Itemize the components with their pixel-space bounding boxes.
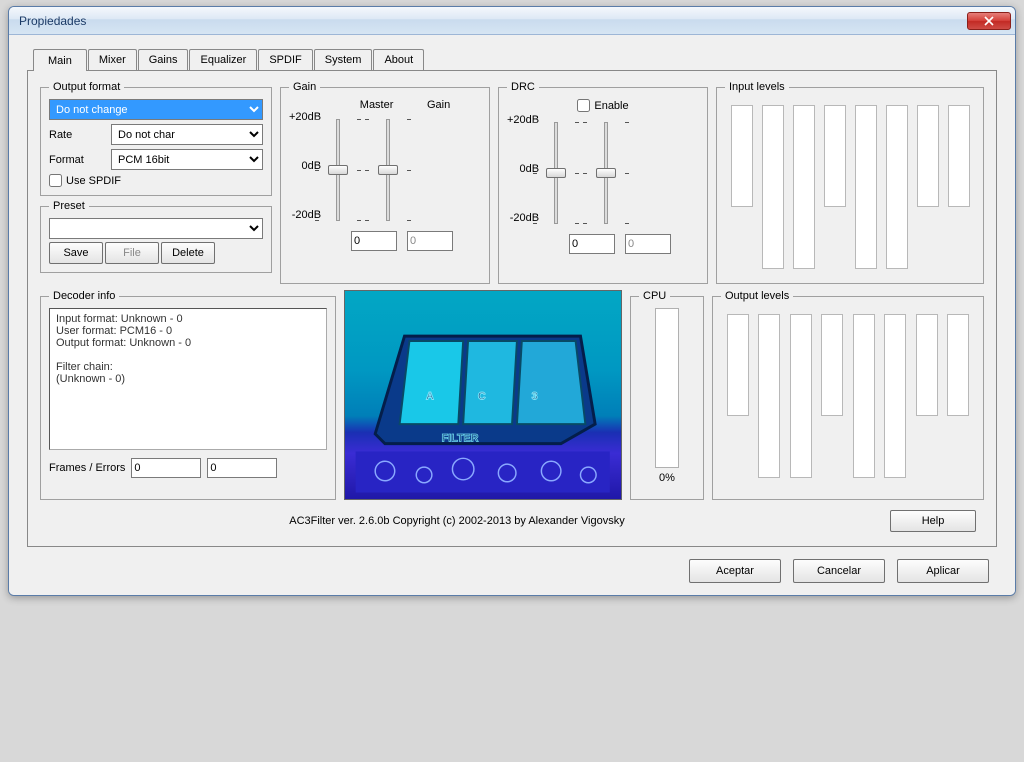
gain-legend: Gain — [289, 81, 320, 93]
output-levels-legend: Output levels — [721, 290, 793, 302]
input-level-bar — [886, 105, 908, 269]
tab-equalizer[interactable]: Equalizer — [189, 49, 257, 70]
output-level-bar — [821, 314, 843, 416]
ok-button[interactable]: Aceptar — [689, 559, 781, 583]
tab-system[interactable]: System — [314, 49, 373, 70]
output-format-legend: Output format — [49, 81, 124, 93]
tab-about[interactable]: About — [373, 49, 424, 70]
svg-text:FILTER: FILTER — [442, 433, 479, 445]
gain-master-slider[interactable] — [325, 115, 351, 225]
help-button[interactable]: Help — [890, 510, 976, 532]
tab-spdif[interactable]: SPDIF — [258, 49, 312, 70]
output-level-bar — [884, 314, 906, 478]
gain-master-label: Master — [360, 99, 394, 111]
preset-delete-button[interactable]: Delete — [161, 242, 215, 264]
drc-enable-label: Enable — [594, 100, 628, 112]
tab-mixer[interactable]: Mixer — [88, 49, 137, 70]
properties-window: Propiedades Main Mixer Gains Equalizer S… — [8, 6, 1016, 596]
gain-group: Gain Master Gain +20dB 0dB -20dB — [280, 81, 490, 284]
preset-select[interactable] — [49, 218, 263, 239]
dialog-buttons: Aceptar Cancelar Aplicar — [27, 547, 997, 587]
use-spdif-checkbox[interactable]: Use SPDIF — [49, 174, 263, 187]
preset-file-button[interactable]: File — [105, 242, 159, 264]
ac3filter-logo: A C 3 FILTER — [344, 290, 622, 500]
preset-legend: Preset — [49, 200, 89, 212]
input-levels-legend: Input levels — [725, 81, 789, 93]
output-level-bar — [758, 314, 780, 478]
drc-slider-1[interactable] — [543, 118, 569, 228]
input-level-bar — [948, 105, 970, 207]
output-format-group: Output format Do not change Rate Do not … — [40, 81, 272, 196]
format-label: Format — [49, 154, 107, 166]
preset-group: Preset Save File Delete — [40, 200, 272, 273]
cancel-button[interactable]: Cancelar — [793, 559, 885, 583]
output-level-bar — [853, 314, 875, 478]
svg-text:3: 3 — [532, 391, 538, 403]
tab-strip: Main Mixer Gains Equalizer SPDIF System … — [33, 49, 997, 70]
drc-group: DRC Enable +20dB 0dB -20dB — [498, 81, 708, 284]
close-button[interactable] — [967, 12, 1011, 30]
content-area: Main Mixer Gains Equalizer SPDIF System … — [9, 35, 1015, 595]
input-level-bar — [762, 105, 784, 269]
output-level-bar — [790, 314, 812, 478]
input-levels-group: Input levels — [716, 81, 984, 284]
logo-panel: A C 3 FILTER — [344, 290, 622, 500]
input-level-bar — [855, 105, 877, 269]
frames-value — [131, 458, 201, 478]
output-level-bar — [947, 314, 969, 416]
cpu-group: CPU 0% — [630, 290, 704, 500]
copyright-text: AC3Filter ver. 2.6.0b Copyright (c) 2002… — [48, 515, 866, 527]
apply-button[interactable]: Aplicar — [897, 559, 989, 583]
format-select[interactable]: PCM 16bit — [111, 149, 263, 170]
output-levels-group: Output levels — [712, 290, 984, 500]
svg-text:A: A — [426, 391, 434, 403]
use-spdif-input[interactable] — [49, 174, 62, 187]
input-level-bar — [793, 105, 815, 269]
rate-label: Rate — [49, 129, 107, 141]
decoder-info-group: Decoder info Input format: Unknown - 0 U… — [40, 290, 336, 500]
errors-value — [207, 458, 277, 478]
close-icon — [984, 16, 994, 26]
drc-value-1[interactable] — [569, 234, 615, 254]
window-title: Propiedades — [19, 14, 86, 28]
cpu-legend: CPU — [639, 290, 670, 302]
input-level-bar — [917, 105, 939, 207]
tab-gains[interactable]: Gains — [138, 49, 189, 70]
svg-text:C: C — [478, 391, 486, 403]
gain-gain-value — [407, 231, 453, 251]
tab-panel-main: Output format Do not change Rate Do not … — [27, 70, 997, 547]
rate-select[interactable]: Do not char — [111, 124, 263, 145]
output-level-bar — [727, 314, 749, 416]
frames-errors-label: Frames / Errors — [49, 462, 125, 474]
cpu-meter — [655, 308, 679, 468]
drc-legend: DRC — [507, 81, 539, 93]
input-level-bar — [731, 105, 753, 207]
drc-value-2 — [625, 234, 671, 254]
drc-enable-checkbox[interactable] — [577, 99, 590, 112]
drc-slider-2[interactable] — [593, 118, 619, 228]
preset-save-button[interactable]: Save — [49, 242, 103, 264]
cpu-value: 0% — [659, 472, 675, 484]
decoder-info-text[interactable]: Input format: Unknown - 0 User format: P… — [49, 308, 327, 450]
gain-gain-label: Gain — [427, 99, 450, 111]
decoder-info-legend: Decoder info — [49, 290, 119, 302]
titlebar: Propiedades — [9, 7, 1015, 35]
tab-main[interactable]: Main — [33, 49, 87, 71]
input-level-bar — [824, 105, 846, 207]
gain-master-value[interactable] — [351, 231, 397, 251]
output-format-select[interactable]: Do not change — [49, 99, 263, 120]
output-level-bar — [916, 314, 938, 416]
gain-gain-slider[interactable] — [375, 115, 401, 225]
